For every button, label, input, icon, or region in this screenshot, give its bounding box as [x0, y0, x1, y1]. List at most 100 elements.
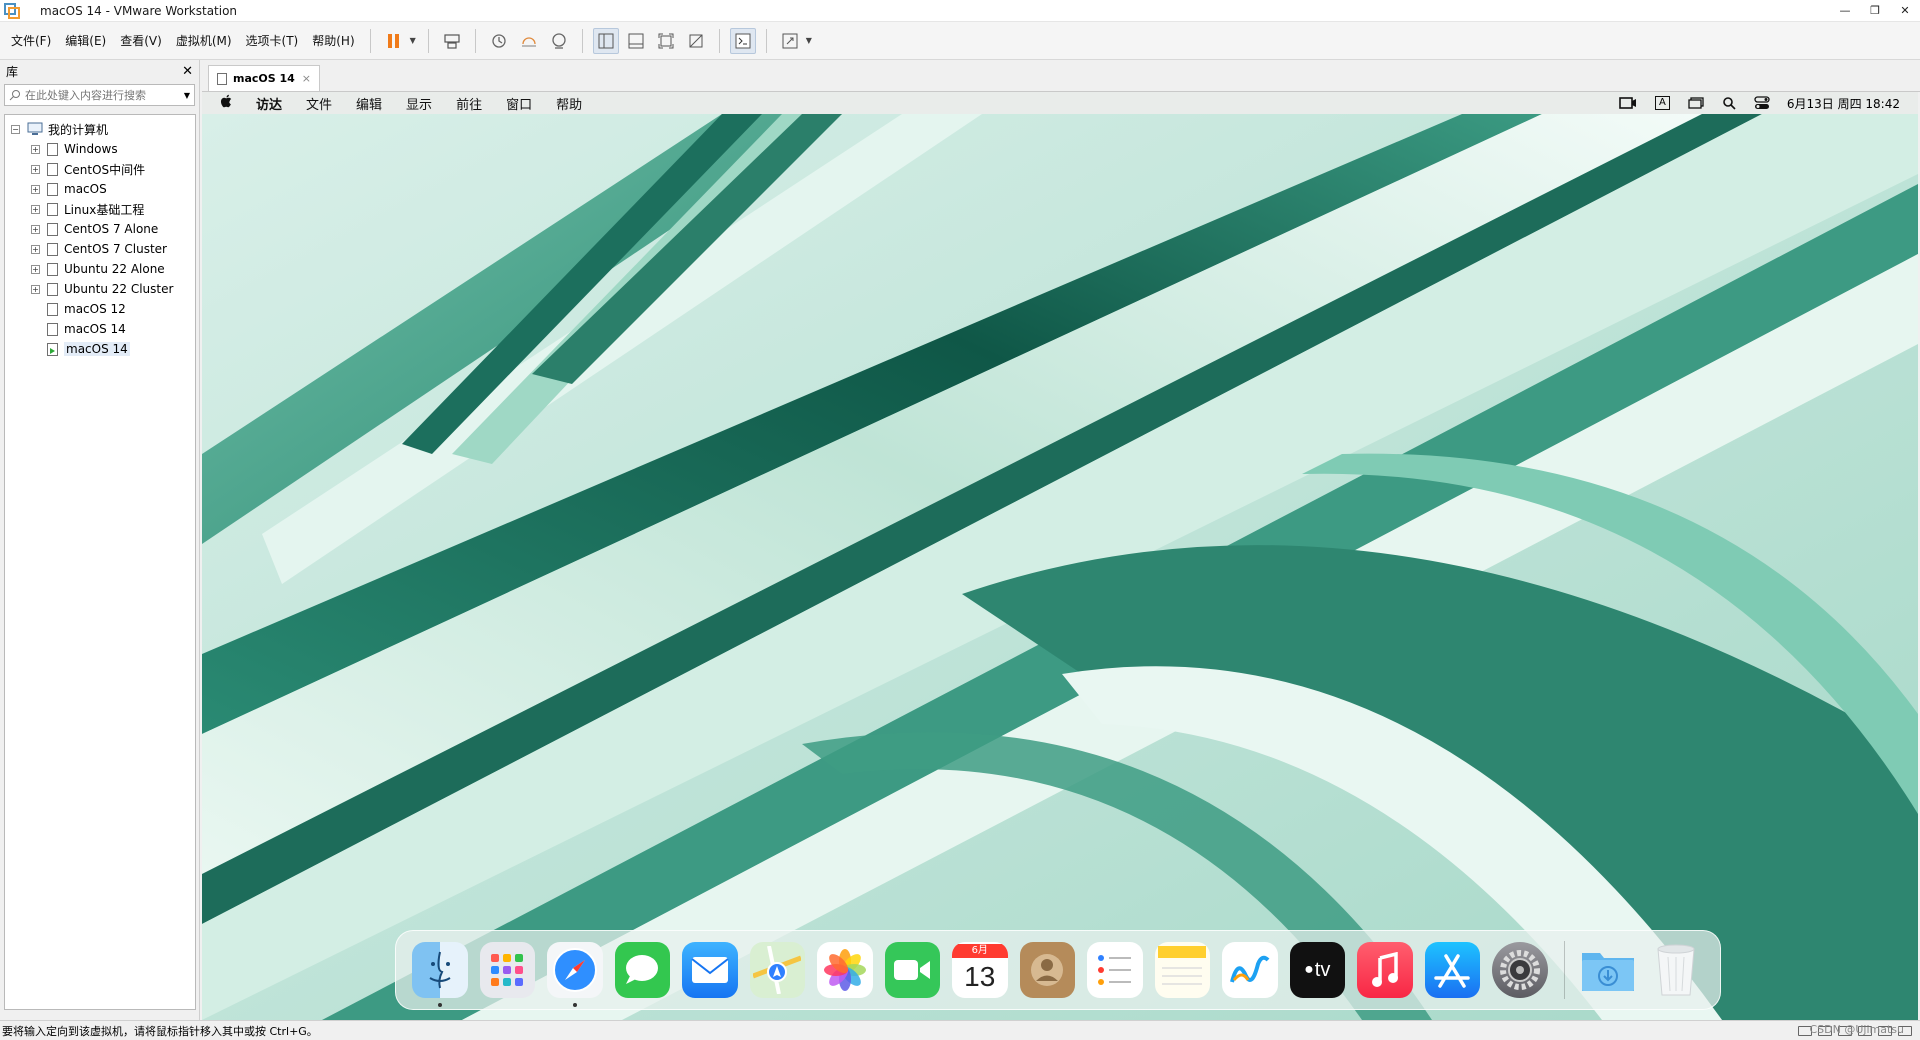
send-ctrl-alt-del-button[interactable] — [439, 28, 465, 54]
mac-menu-file[interactable]: 文件 — [294, 94, 344, 113]
menu-tabs[interactable]: 选项卡(T) — [239, 32, 306, 49]
computer-icon — [27, 122, 43, 135]
window-switch-icon[interactable] — [1688, 97, 1704, 109]
take-snapshot-button[interactable] — [486, 28, 512, 54]
pause-button[interactable] — [381, 28, 407, 54]
stretch-guest-button[interactable] — [777, 28, 803, 54]
menu-help[interactable]: 帮助(H) — [305, 32, 361, 49]
maximize-button[interactable]: ❐ — [1860, 0, 1890, 22]
tree-item-folder[interactable]: + CentOS 7 Cluster — [5, 239, 195, 259]
title-bar: macOS 14 - VMware Workstation — ❐ ✕ — [0, 0, 1920, 22]
mac-menu-window[interactable]: 窗口 — [494, 94, 544, 113]
tree-item-folder[interactable]: + Ubuntu 22 Alone — [5, 259, 195, 279]
tree-item-folder[interactable]: + macOS — [5, 179, 195, 199]
input-method-icon[interactable]: A — [1655, 96, 1670, 110]
vm-icon — [47, 202, 58, 216]
mac-clock[interactable]: 6月13日 周四 18:42 — [1787, 95, 1900, 112]
expand-icon[interactable]: + — [31, 264, 40, 274]
tab-strip: macOS 14 × — [202, 60, 1920, 92]
show-library-button[interactable] — [592, 27, 619, 54]
mac-menu-go[interactable]: 前往 — [444, 94, 494, 113]
vm-running-icon — [217, 72, 227, 85]
apple-menu-icon[interactable] — [208, 94, 244, 112]
stretch-dropdown[interactable]: ▼ — [806, 36, 812, 45]
contacts-icon[interactable] — [1019, 942, 1075, 998]
expand-icon[interactable]: + — [31, 224, 40, 234]
expand-icon[interactable]: + — [31, 244, 40, 254]
library-layout-icon — [598, 33, 614, 48]
library-search-input[interactable] — [25, 88, 184, 102]
tree-item-folder[interactable]: + CentOS中间件 — [5, 159, 195, 179]
notes-icon[interactable] — [1154, 942, 1210, 998]
keyboard-send-icon — [444, 33, 460, 49]
safari-icon[interactable] — [547, 942, 603, 1007]
vm-icon — [47, 262, 58, 276]
control-center-icon[interactable] — [1754, 96, 1770, 110]
photos-icon[interactable] — [817, 942, 873, 998]
messages-icon[interactable] — [614, 942, 670, 998]
menu-file[interactable]: 文件(F) — [4, 32, 58, 49]
expand-icon[interactable]: + — [31, 184, 40, 194]
menu-view[interactable]: 查看(V) — [113, 32, 169, 49]
trash-icon[interactable] — [1648, 942, 1704, 998]
freeform-icon[interactable] — [1222, 942, 1278, 998]
tree-item-vm[interactable]: macOS 14 — [5, 319, 195, 339]
spotlight-search-icon[interactable] — [1722, 96, 1736, 110]
expand-icon[interactable]: + — [31, 144, 40, 154]
revert-snapshot-button[interactable] — [516, 28, 542, 54]
reminders-icon[interactable] — [1087, 942, 1143, 998]
calendar-icon[interactable]: 6月 13 — [952, 942, 1008, 998]
tab-close-icon[interactable]: × — [302, 72, 311, 85]
tree-item-folder[interactable]: + CentOS 7 Alone — [5, 219, 195, 239]
mac-menu-view[interactable]: 显示 — [394, 94, 444, 113]
minimize-button[interactable]: — — [1830, 0, 1860, 22]
tree-item-folder[interactable]: + Windows — [5, 139, 195, 159]
collapse-icon[interactable]: − — [11, 124, 20, 134]
tree-item-vm[interactable]: macOS 12 — [5, 299, 195, 319]
menu-edit[interactable]: 编辑(E) — [58, 32, 113, 49]
close-window-button[interactable]: ✕ — [1890, 0, 1920, 22]
expand-icon[interactable]: + — [31, 164, 40, 174]
mail-icon[interactable] — [682, 942, 738, 998]
expand-icon[interactable]: + — [31, 204, 40, 214]
music-icon[interactable] — [1357, 942, 1413, 998]
tree-item-folder[interactable]: + Ubuntu 22 Cluster — [5, 279, 195, 299]
mac-menu-help[interactable]: 帮助 — [544, 94, 594, 113]
library-search: ▼ — [4, 84, 195, 106]
console-view-button[interactable] — [729, 27, 756, 54]
library-close-icon[interactable]: ✕ — [182, 64, 193, 79]
window-title: macOS 14 - VMware Workstation — [40, 3, 238, 18]
search-dropdown-icon[interactable]: ▼ — [184, 91, 190, 100]
menu-vm[interactable]: 虚拟机(M) — [169, 32, 239, 49]
finder-icon[interactable] — [412, 942, 468, 1007]
facetime-icon[interactable] — [884, 942, 940, 998]
mac-menu-finder[interactable]: 访达 — [244, 94, 294, 113]
mac-menu-edit[interactable]: 编辑 — [344, 94, 394, 113]
apple-tv-icon[interactable]: ● tv — [1289, 942, 1345, 998]
status-bar: 要将输入定向到该虚拟机，请将鼠标指针移入其中或按 Ctrl+G。 CSDN @U… — [0, 1020, 1920, 1040]
downloads-folder-icon[interactable] — [1580, 942, 1636, 998]
system-settings-icon[interactable] — [1492, 942, 1548, 998]
search-icon — [9, 90, 20, 101]
tab-macos-14[interactable]: macOS 14 × — [208, 65, 320, 91]
unity-mode-button[interactable] — [683, 28, 709, 54]
tree-root[interactable]: − 我的计算机 — [5, 119, 195, 139]
csdn-watermark: CSDN @Ujimatsu — [1809, 1023, 1905, 1036]
tree-item-vm-running[interactable]: macOS 14 — [5, 339, 195, 359]
tab-label: macOS 14 — [233, 72, 295, 85]
expand-icon[interactable]: + — [31, 284, 40, 294]
revert-snapshot-icon — [521, 36, 536, 47]
vm-console[interactable]: 访达 文件 编辑 显示 前往 窗口 帮助 A 6月13日 周四 18:42 6月… — [202, 92, 1918, 1020]
app-store-icon[interactable] — [1424, 942, 1480, 998]
full-screen-button[interactable] — [653, 28, 679, 54]
show-thumbnail-bar-button[interactable] — [623, 28, 649, 54]
power-dropdown[interactable]: ▼ — [410, 36, 416, 45]
maps-icon[interactable] — [749, 942, 805, 998]
vm-icon — [47, 222, 58, 236]
screen-record-icon[interactable] — [1619, 97, 1637, 109]
snapshot-manager-button[interactable] — [546, 28, 572, 54]
launchpad-icon[interactable] — [479, 942, 535, 998]
macos-wallpaper — [202, 114, 1918, 1020]
tree-item-folder[interactable]: + Linux基础工程 — [5, 199, 195, 219]
vm-icon — [47, 162, 58, 176]
